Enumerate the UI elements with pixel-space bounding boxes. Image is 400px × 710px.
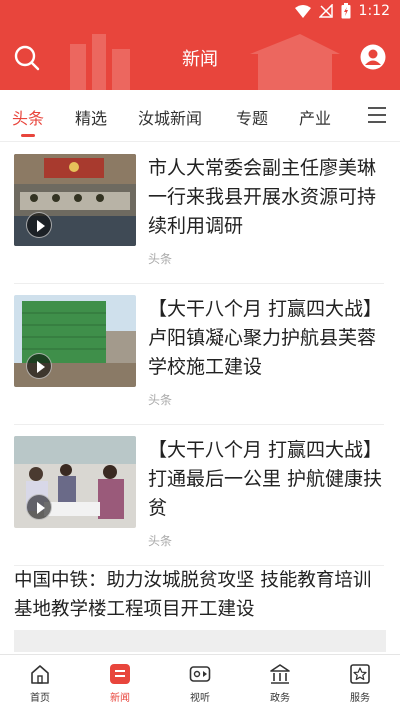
active-tab-indicator [21, 134, 35, 137]
nav-video-label: 视听 [190, 693, 210, 704]
status-time: 1:12 [358, 3, 390, 19]
profile-button[interactable] [360, 44, 386, 70]
status-bar: 1:12 [0, 0, 400, 24]
tab-rucheng-news[interactable]: 汝城新闻 [138, 105, 202, 129]
news-thumbnail [14, 154, 136, 246]
category-tabs: 头条 精选 汝城新闻 专题 产业 [0, 90, 400, 142]
play-icon [26, 353, 52, 379]
nav-home-label: 首页 [30, 693, 50, 704]
tab-industry[interactable]: 产业 [299, 105, 331, 129]
next-item-placeholder [14, 630, 386, 652]
play-icon [26, 212, 52, 238]
news-thumbnail [14, 295, 136, 387]
news-tag: 头条 [148, 393, 173, 407]
news-title: 市人大常委会副主任廖美琳一行来我县开展水资源可持续利用调研 [148, 157, 377, 237]
status-icons: 1:12 [294, 3, 390, 19]
menu-icon[interactable] [368, 107, 386, 123]
video-icon [189, 666, 211, 682]
news-tag: 头条 [148, 252, 173, 266]
home-icon [31, 665, 49, 684]
nav-service[interactable]: 服务 [320, 655, 400, 710]
wifi-icon [294, 4, 311, 18]
nav-home[interactable]: 首页 [0, 655, 80, 710]
news-icon [110, 664, 130, 684]
nav-news[interactable]: 新闻 [80, 655, 160, 710]
news-tag: 头条 [148, 534, 173, 548]
nav-government-label: 政务 [270, 693, 290, 704]
government-icon [270, 664, 290, 684]
tab-headlines[interactable]: 头条 [12, 105, 44, 129]
battery-icon [341, 3, 351, 19]
list-item[interactable]: 市人大常委会副主任廖美琳一行来我县开展水资源可持续利用调研 头条 [14, 154, 384, 284]
nav-news-label: 新闻 [110, 693, 130, 704]
nav-government[interactable]: 政务 [240, 655, 320, 710]
header: 新闻 [0, 24, 400, 90]
play-icon [26, 494, 52, 520]
user-icon [360, 44, 386, 70]
text-news-item[interactable]: 中国中铁：助力汝城脱贫攻坚 技能教育培训基地教学楼工程项目开工建设 [14, 566, 386, 624]
list-item[interactable]: 【大干八个月 打赢四大战】卢阳镇凝心聚力护航县芙蓉学校施工建设 头条 [14, 295, 384, 425]
list-item[interactable]: 【大干八个月 打赢四大战】打通最后一公里 护航健康扶贫 头条 [14, 436, 384, 566]
nav-service-label: 服务 [350, 693, 370, 704]
news-title: 【大干八个月 打赢四大战】打通最后一公里 护航健康扶贫 [148, 439, 383, 519]
bottom-nav: 首页 新闻 视听 政务 服务 [0, 654, 400, 710]
news-thumbnail [14, 436, 136, 528]
no-signal-icon [318, 4, 333, 18]
service-icon [350, 664, 370, 684]
news-title: 【大干八个月 打赢四大战】卢阳镇凝心聚力护航县芙蓉学校施工建设 [148, 298, 383, 378]
page-title: 新闻 [182, 49, 218, 70]
nav-video[interactable]: 视听 [160, 655, 240, 710]
tab-topics[interactable]: 专题 [236, 105, 268, 129]
tab-featured[interactable]: 精选 [75, 105, 107, 129]
